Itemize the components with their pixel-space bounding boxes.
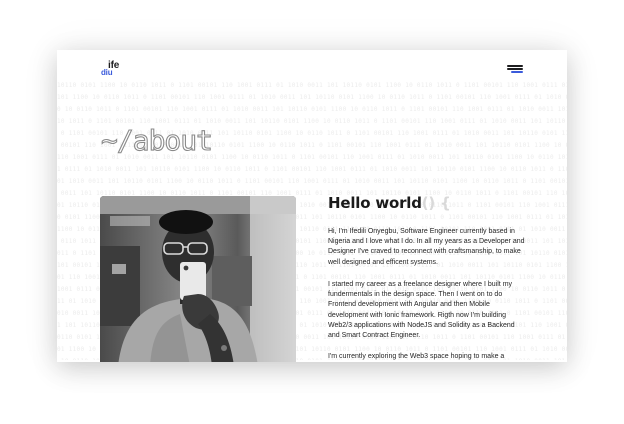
about-paragraph: I started my career as a freelance desig…: [328, 281, 515, 340]
about-heading-code: () {: [421, 194, 451, 212]
logo-text-bottom: diu: [101, 68, 113, 77]
about-paragraph: Hi, I'm Ifedili Onyegbu, Software Engine…: [328, 228, 525, 266]
menu-bar: [507, 68, 523, 70]
portrait-photo: [100, 196, 296, 362]
about-paragraph: I'm currently exploring the Web3 space h…: [328, 353, 505, 360]
hamburger-menu-icon[interactable]: [507, 65, 523, 75]
site-logo[interactable]: ife diu: [101, 61, 123, 78]
page-title: ~/about: [100, 123, 213, 157]
menu-bar-accent: [511, 71, 523, 73]
menu-bar: [507, 65, 523, 67]
page-card: 10110 0101 1100 10 0110 1011 0 1101 0010…: [57, 50, 567, 362]
about-heading: Hello world() {: [328, 192, 451, 214]
about-heading-text: Hello world: [328, 194, 422, 212]
